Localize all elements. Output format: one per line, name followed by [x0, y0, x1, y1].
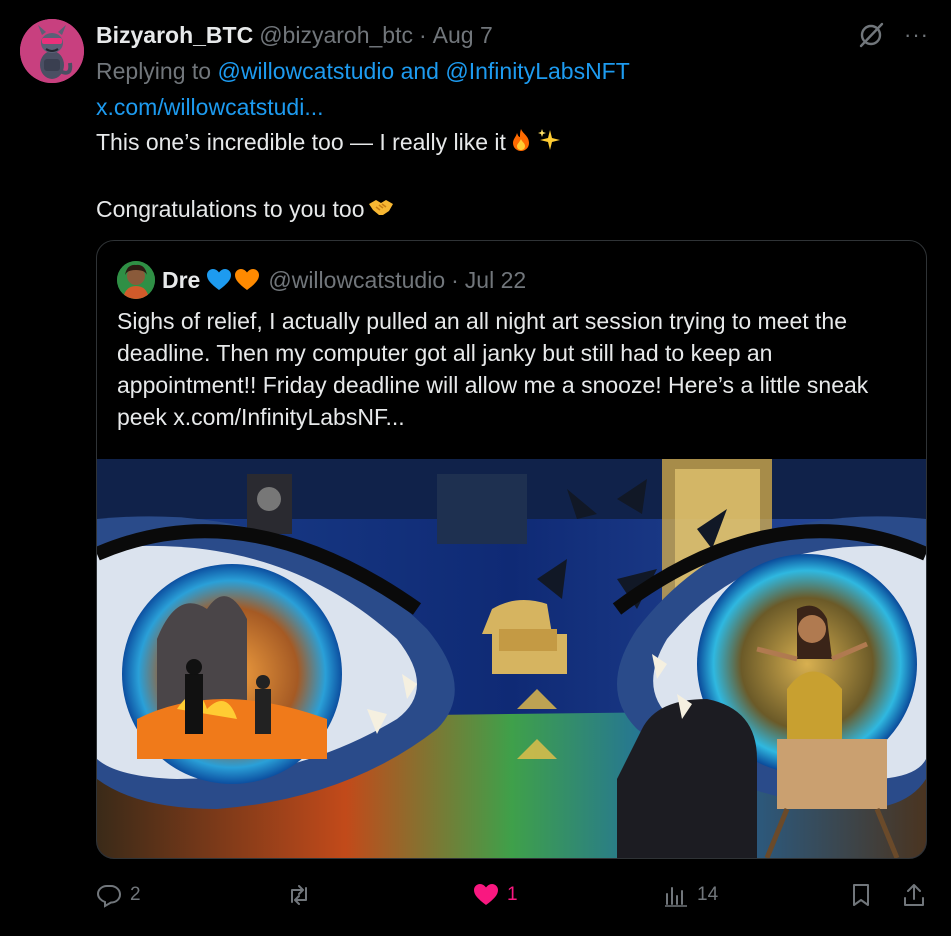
like-button[interactable]: 1 [473, 878, 518, 912]
handshake-emoji-icon [367, 195, 395, 227]
profile-hearts [206, 268, 260, 292]
post-actions: 2 1 14 [96, 878, 931, 912]
post-line-2-text: Congratulations to you too [96, 195, 365, 222]
quoted-media[interactable] [97, 459, 926, 858]
post-top-actions: ··· [856, 20, 929, 50]
quoted-date[interactable]: Jul 22 [465, 267, 526, 294]
post-date[interactable]: Aug 7 [433, 22, 493, 49]
blue-heart-icon [207, 269, 232, 290]
fire-emoji-icon [508, 127, 534, 161]
replying-mentions[interactable]: @willowcatstudio and @InfinityLabsNFT [217, 58, 629, 84]
grok-icon[interactable] [856, 20, 886, 50]
post-line-1: This one’s incredible too — I really lik… [96, 126, 896, 161]
quoted-header: Dre @willowcatstudio · Jul 22 [117, 261, 526, 299]
quoted-author-name[interactable]: Dre [162, 267, 200, 294]
reply-icon [96, 885, 122, 908]
replying-to: Replying to @willowcatstudio and @Infini… [96, 58, 630, 85]
surreal-eyes-artwork-image [97, 459, 926, 858]
author-name[interactable]: Bizyaroh_BTC [96, 22, 253, 49]
repost-button[interactable] [286, 878, 320, 912]
views-count: 14 [697, 884, 719, 905]
quoted-text: Sighs of relief, I actually pulled an al… [117, 308, 869, 430]
quoted-avatar[interactable] [117, 261, 155, 299]
post-header: Bizyaroh_BTC @bizyaroh_btc · Aug 7 [96, 20, 493, 50]
replying-prefix: Replying to [96, 58, 218, 84]
orange-heart-icon [235, 269, 260, 290]
views-icon [665, 887, 687, 907]
header-separator: · [418, 21, 427, 48]
reply-count: 2 [130, 884, 141, 905]
quoted-separator: · [451, 266, 459, 293]
post-link[interactable]: x.com/willowcatstudi... [96, 94, 324, 121]
sparkles-emoji-icon [536, 127, 562, 161]
like-count: 1 [507, 884, 518, 905]
quoted-avatar-icon [117, 261, 155, 299]
bookmark-button[interactable] [848, 878, 874, 912]
quoted-author-handle[interactable]: @willowcatstudio [268, 267, 445, 294]
views-button[interactable]: 14 [663, 878, 718, 912]
share-button[interactable] [901, 878, 927, 912]
post-body: This one’s incredible too — I really lik… [96, 126, 896, 227]
post-line-2: Congratulations to you too [96, 193, 896, 227]
quoted-post[interactable]: Dre @willowcatstudio · Jul 22 Sighs of r… [96, 240, 927, 859]
heart-filled-icon [474, 884, 498, 905]
post-line-1-text: This one’s incredible too — I really lik… [96, 129, 506, 155]
bookmark-icon [853, 884, 869, 906]
author-avatar[interactable] [20, 19, 84, 83]
reply-button[interactable]: 2 [96, 878, 141, 912]
repost-icon [291, 885, 307, 905]
author-handle[interactable]: @bizyaroh_btc [259, 22, 413, 49]
more-icon[interactable]: ··· [904, 20, 929, 50]
dragon-avatar-icon [20, 19, 84, 83]
share-icon [904, 884, 924, 906]
